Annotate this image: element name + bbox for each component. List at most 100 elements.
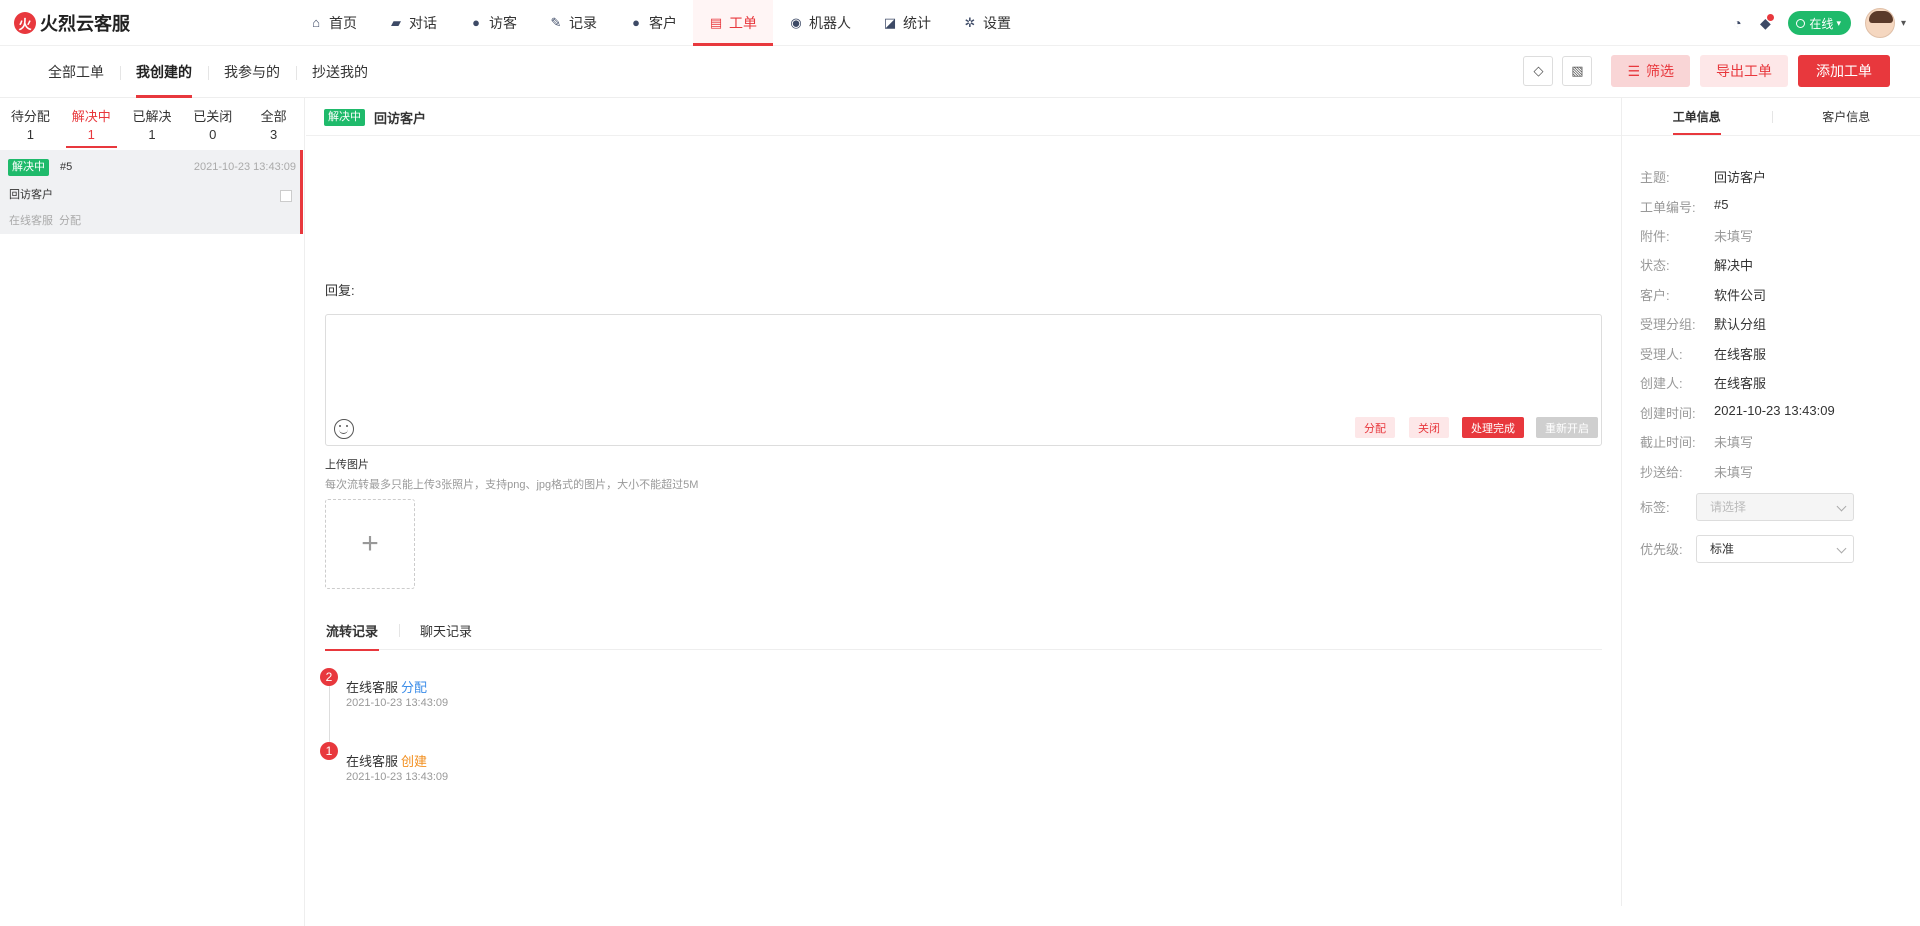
- status-tab-label: 已关闭: [193, 109, 233, 124]
- close-ticket-button[interactable]: 关闭: [1409, 417, 1449, 438]
- emoji-icon[interactable]: [334, 419, 354, 439]
- field-created-time: 创建时间: 2021-10-23 13:43:09: [1640, 403, 1910, 421]
- status-tab-count: 0: [209, 127, 217, 142]
- reopen-button[interactable]: 重新开启: [1536, 417, 1598, 438]
- filter-button[interactable]: ☰ 筛选: [1611, 55, 1690, 87]
- upload-hint: 每次流转最多只能上传3张照片，支持png、jpg格式的图片，大小不能超过5M: [325, 479, 699, 491]
- brand-logo[interactable]: 火 火烈云客服: [14, 10, 130, 36]
- tab-all-tickets[interactable]: 全部工单: [32, 46, 120, 98]
- field-label: 创建时间:: [1640, 406, 1696, 421]
- timeline-action: 创建: [401, 754, 428, 769]
- status-tab-all[interactable]: 全部 3: [243, 98, 304, 148]
- timeline-step-badge: 1: [320, 742, 338, 760]
- nav-tickets[interactable]: ▤ 工单: [693, 0, 773, 46]
- filter-label: 筛选: [1646, 63, 1674, 79]
- nav-label: 工单: [729, 15, 757, 31]
- add-ticket-button[interactable]: 添加工单: [1798, 55, 1890, 87]
- timeline-step-badge: 2: [320, 668, 338, 686]
- nav-stats[interactable]: ◪ 统计: [867, 0, 947, 46]
- tab-cc-me[interactable]: 抄送我的: [296, 46, 384, 98]
- caret-down-icon[interactable]: ▾: [1901, 18, 1906, 29]
- status-tab-count: 1: [87, 127, 95, 142]
- notification-dot: [1767, 14, 1775, 21]
- status-label: 在线: [1809, 16, 1834, 31]
- field-value: 在线客服: [1714, 376, 1767, 391]
- nav-visitors[interactable]: ● 访客: [453, 0, 533, 46]
- tab-flow-records[interactable]: 流转记录: [325, 610, 380, 651]
- status-tabs: 待分配 1 解决中 1 已解决 1 已关闭 0 全部 3: [0, 98, 304, 148]
- field-label: 状态:: [1640, 258, 1670, 273]
- reply-actions: 分配 关闭 处理完成 重新开启: [1341, 417, 1598, 438]
- nav-robot[interactable]: ◉ 机器人: [773, 0, 867, 46]
- tab-ticket-info[interactable]: 工单信息: [1622, 98, 1772, 135]
- nav-chat[interactable]: ▰ 对话: [373, 0, 453, 46]
- nav-records[interactable]: ✎ 记录: [533, 0, 613, 46]
- field-label: 主题:: [1640, 170, 1670, 185]
- robot-icon: ◉: [790, 15, 802, 30]
- nav-label: 客户: [649, 15, 677, 31]
- field-customer: 客户: 软件公司: [1640, 285, 1910, 303]
- tab-participated[interactable]: 我参与的: [208, 46, 296, 98]
- assign-button[interactable]: 分配: [1355, 417, 1395, 438]
- upload-image-button[interactable]: +: [325, 499, 415, 589]
- ticket-scope-tabs: 全部工单 我创建的 我参与的 抄送我的: [32, 46, 384, 98]
- top-navbar: 火 火烈云客服 ⌂ 首页 ▰ 对话 ● 访客 ✎ 记录 ● 客户 ▤ 工单 ◉ 机器人 ◪ 统计…: [0, 0, 1920, 46]
- status-tab-label: 待分配: [10, 109, 50, 124]
- ticket-number: #5: [60, 161, 73, 173]
- status-badge: 解决中: [324, 109, 365, 126]
- timeline-time: 2021-10-23 13:43:09: [346, 697, 449, 709]
- chevron-down-icon: [1836, 543, 1847, 554]
- status-tab-resolved[interactable]: 已解决 1: [122, 98, 183, 148]
- timeline-line: [329, 678, 330, 742]
- export-tickets-button[interactable]: 导出工单: [1700, 55, 1788, 87]
- bell-icon[interactable]: ◆: [1754, 12, 1776, 34]
- priority-select[interactable]: 标准: [1696, 535, 1854, 563]
- status-tab-in-progress[interactable]: 解决中 1: [61, 98, 122, 148]
- field-value: 回访客户: [1714, 170, 1767, 185]
- timeline-text: 在线客服 分配: [346, 677, 427, 696]
- field-label: 标签:: [1640, 500, 1670, 515]
- ticket-checkbox[interactable]: [280, 190, 292, 202]
- avatar[interactable]: [1864, 8, 1895, 38]
- nav-customer[interactable]: ● 客户: [613, 0, 693, 46]
- upload-title: 上传图片: [325, 459, 369, 471]
- tag-select[interactable]: 请选择: [1696, 493, 1854, 521]
- nav-home[interactable]: ⌂ 首页: [293, 0, 373, 46]
- headset-icon[interactable]: ◔: [1726, 12, 1748, 34]
- status-tab-pending[interactable]: 待分配 1: [0, 98, 61, 148]
- tag-select-placeholder: 请选择: [1710, 500, 1747, 514]
- tab-customer-info[interactable]: 客户信息: [1771, 98, 1920, 135]
- field-value: 默认分组: [1714, 317, 1767, 332]
- settings-icon: ✲: [964, 15, 976, 30]
- ticket-meta: 在线客服 分配: [9, 212, 81, 228]
- ticket-title: 回访客户: [9, 189, 53, 201]
- reply-input[interactable]: [326, 315, 1601, 405]
- field-value: #5: [1714, 197, 1729, 212]
- field-label: 创建人:: [1640, 376, 1683, 391]
- chart-icon[interactable]: ▧: [1562, 56, 1593, 86]
- status-tab-count: 1: [148, 127, 156, 142]
- tab-chat-records[interactable]: 聊天记录: [399, 610, 473, 650]
- online-status-toggle[interactable]: 在线 ▾: [1788, 11, 1851, 35]
- status-tab-closed[interactable]: 已关闭 0: [182, 98, 243, 148]
- customer-icon: ●: [632, 15, 640, 30]
- info-tabs: 工单信息 客户信息: [1622, 98, 1920, 136]
- ticket-list-panel: 待分配 1 解决中 1 已解决 1 已关闭 0 全部 3 解决中 #5 2021-10-2…: [0, 98, 305, 926]
- field-creator: 创建人: 在线客服: [1640, 373, 1910, 391]
- timeline-agent: 在线客服: [346, 754, 399, 769]
- nav-label: 记录: [569, 15, 597, 31]
- field-label: 抄送给:: [1640, 465, 1683, 480]
- mark-done-button[interactable]: 处理完成: [1462, 417, 1524, 438]
- chevron-down-icon: ▾: [1836, 17, 1841, 28]
- ticket-action: 分配: [59, 215, 81, 227]
- tab-created-by-me[interactable]: 我创建的: [120, 46, 208, 98]
- timeline-agent: 在线客服: [346, 680, 399, 695]
- ticket-icon: ▤: [709, 15, 723, 30]
- divider: [306, 135, 1621, 136]
- tag-icon[interactable]: ◇: [1523, 56, 1554, 86]
- list-item[interactable]: 解决中 #5 2021-10-23 13:43:09 回访客户 在线客服 分配: [0, 150, 303, 234]
- chat-icon: ▰: [391, 15, 401, 30]
- field-value: 未填写: [1714, 229, 1754, 244]
- status-tab-count: 1: [26, 127, 35, 142]
- nav-settings[interactable]: ✲ 设置: [947, 0, 1027, 46]
